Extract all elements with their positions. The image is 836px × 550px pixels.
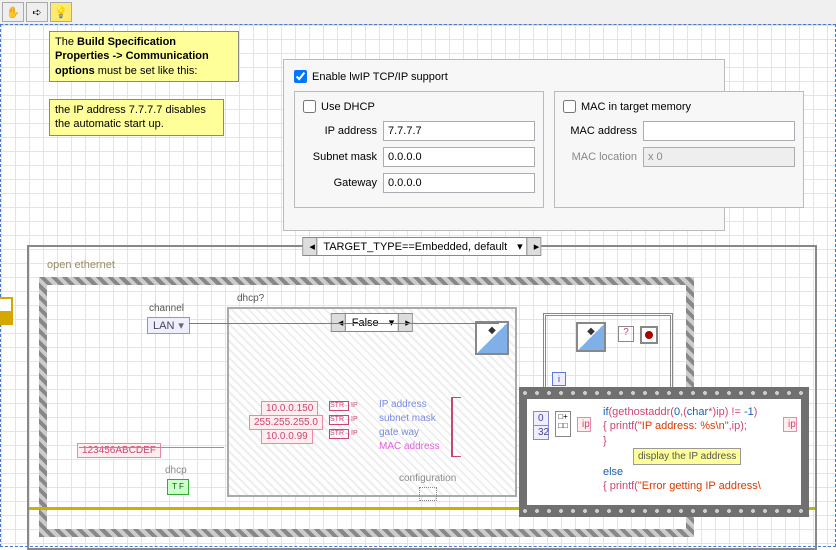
zero-constant[interactable]: 0 xyxy=(533,411,549,426)
str-to-ip-3[interactable]: STR→IP xyxy=(329,429,349,439)
display-ip-comment: display the IP address xyxy=(633,448,741,465)
ip-label: IP address xyxy=(303,125,383,137)
note-ip-disable: the IP address 7.7.7.7 disables the auto… xyxy=(49,99,224,136)
while-loop[interactable]: ? i xyxy=(543,313,673,393)
enable-lwip-label: Enable lwIP TCP/IP support xyxy=(312,71,448,83)
block-diagram[interactable]: The Build Specification Properties -> Co… xyxy=(0,24,836,547)
error-in-terminal[interactable] xyxy=(0,297,13,325)
enable-lwip-checkbox[interactable]: Enable lwIP TCP/IP support xyxy=(294,70,714,83)
case-next-icon[interactable]: ▸ xyxy=(527,238,541,255)
note-build-spec: The Build Specification Properties -> Co… xyxy=(49,31,239,82)
case-prev-icon[interactable]: ◂ xyxy=(303,238,317,255)
configuration-label: configuration xyxy=(399,473,456,484)
highlight-tool-button[interactable]: 💡 xyxy=(50,2,72,22)
status-subvi[interactable] xyxy=(576,322,606,352)
mac-bundle-label: MAC address xyxy=(379,441,440,452)
mac-loc-label: MAC location xyxy=(563,151,643,163)
subnet-bundle-label: subnet mask xyxy=(379,413,436,424)
dhcp-q-label: dhcp? xyxy=(237,293,264,304)
hand-tool-button[interactable]: ✋ xyxy=(2,2,24,22)
channel-wire xyxy=(189,323,499,324)
dhcp-case[interactable]: ◂ False ▾ ▸ 10.0.0.150 255.255.255.0 10.… xyxy=(227,307,517,497)
ip-input[interactable] xyxy=(383,121,535,141)
ip-bundle-label: IP address xyxy=(379,399,427,410)
subnet-label: Subnet mask xyxy=(303,151,383,163)
enable-lwip-input[interactable] xyxy=(294,70,307,83)
ethernet-open-subvi[interactable] xyxy=(475,321,509,355)
mac-constant[interactable]: 123456ABCDEF xyxy=(77,443,161,458)
subnet-constant[interactable]: 255.255.255.0 xyxy=(249,415,323,430)
array-init[interactable]: □+□□ xyxy=(555,411,571,437)
ip-group: Use DHCP IP address Subnet mask Gateway xyxy=(294,91,544,208)
use-dhcp-label: Use DHCP xyxy=(321,101,375,113)
ip-var[interactable]: ip xyxy=(577,417,591,432)
use-dhcp-input[interactable] xyxy=(303,100,316,113)
lan-ring[interactable]: LAN▾ xyxy=(147,317,190,334)
mac-wire xyxy=(79,447,224,448)
use-dhcp-checkbox[interactable]: Use DHCP xyxy=(303,100,535,113)
formula-node[interactable]: if(gethostaddr(0,(char*)ip) != -1) { pri… xyxy=(603,405,793,493)
open-ethernet-label: open ethernet xyxy=(47,259,115,271)
mac-group: MAC in target memory MAC address MAC loc… xyxy=(554,91,804,208)
gateway-bundle-label: gate way xyxy=(379,427,419,438)
mac-memory-label: MAC in target memory xyxy=(581,101,691,113)
gateway-label: Gateway xyxy=(303,177,383,189)
bundle-node[interactable] xyxy=(451,397,461,457)
mac-loc-input xyxy=(643,147,795,167)
mac-memory-checkbox[interactable]: MAC in target memory xyxy=(563,100,795,113)
thirtytwo-constant[interactable]: 32 xyxy=(533,425,549,440)
mac-label: MAC address xyxy=(563,125,643,137)
ip-constant[interactable]: 10.0.0.150 xyxy=(261,401,318,416)
flat-sequence[interactable]: 0 32 □+□□ ip ip if(gethostaddr(0,(char*)… xyxy=(519,387,809,517)
mac-memory-input[interactable] xyxy=(563,100,576,113)
iteration-terminal: i xyxy=(552,372,566,386)
subnet-input[interactable] xyxy=(383,147,535,167)
dhcp-term-label: dhcp xyxy=(165,465,187,476)
case-structure[interactable]: ◂ TARGET_TYPE==Embedded, default ▾ ▸ ope… xyxy=(27,245,817,550)
gateway-constant[interactable]: 10.0.0.99 xyxy=(261,429,313,444)
mac-input[interactable] xyxy=(643,121,795,141)
config-panel: Enable lwIP TCP/IP support Use DHCP IP a… xyxy=(283,59,725,231)
stop-button[interactable] xyxy=(640,326,658,344)
str-to-ip-1[interactable]: STR→IP xyxy=(329,401,349,411)
case-label: TARGET_TYPE==Embedded, default xyxy=(317,239,513,255)
channel-label: channel xyxy=(149,303,184,314)
config-indicator xyxy=(419,487,437,501)
dhcp-boolean[interactable]: T F xyxy=(167,479,189,495)
arrow-tool-button[interactable]: ➪ xyxy=(26,2,48,22)
error-indicator: ? xyxy=(618,326,634,342)
toolbar: ✋ ➪ 💡 xyxy=(0,0,836,25)
gateway-input[interactable] xyxy=(383,173,535,193)
chevron-down-icon[interactable]: ▾ xyxy=(513,240,527,253)
case-selector[interactable]: ◂ TARGET_TYPE==Embedded, default ▾ ▸ xyxy=(302,237,541,256)
str-to-ip-2[interactable]: STR→IP xyxy=(329,415,349,425)
chevron-down-icon[interactable]: ▾ xyxy=(178,319,184,332)
